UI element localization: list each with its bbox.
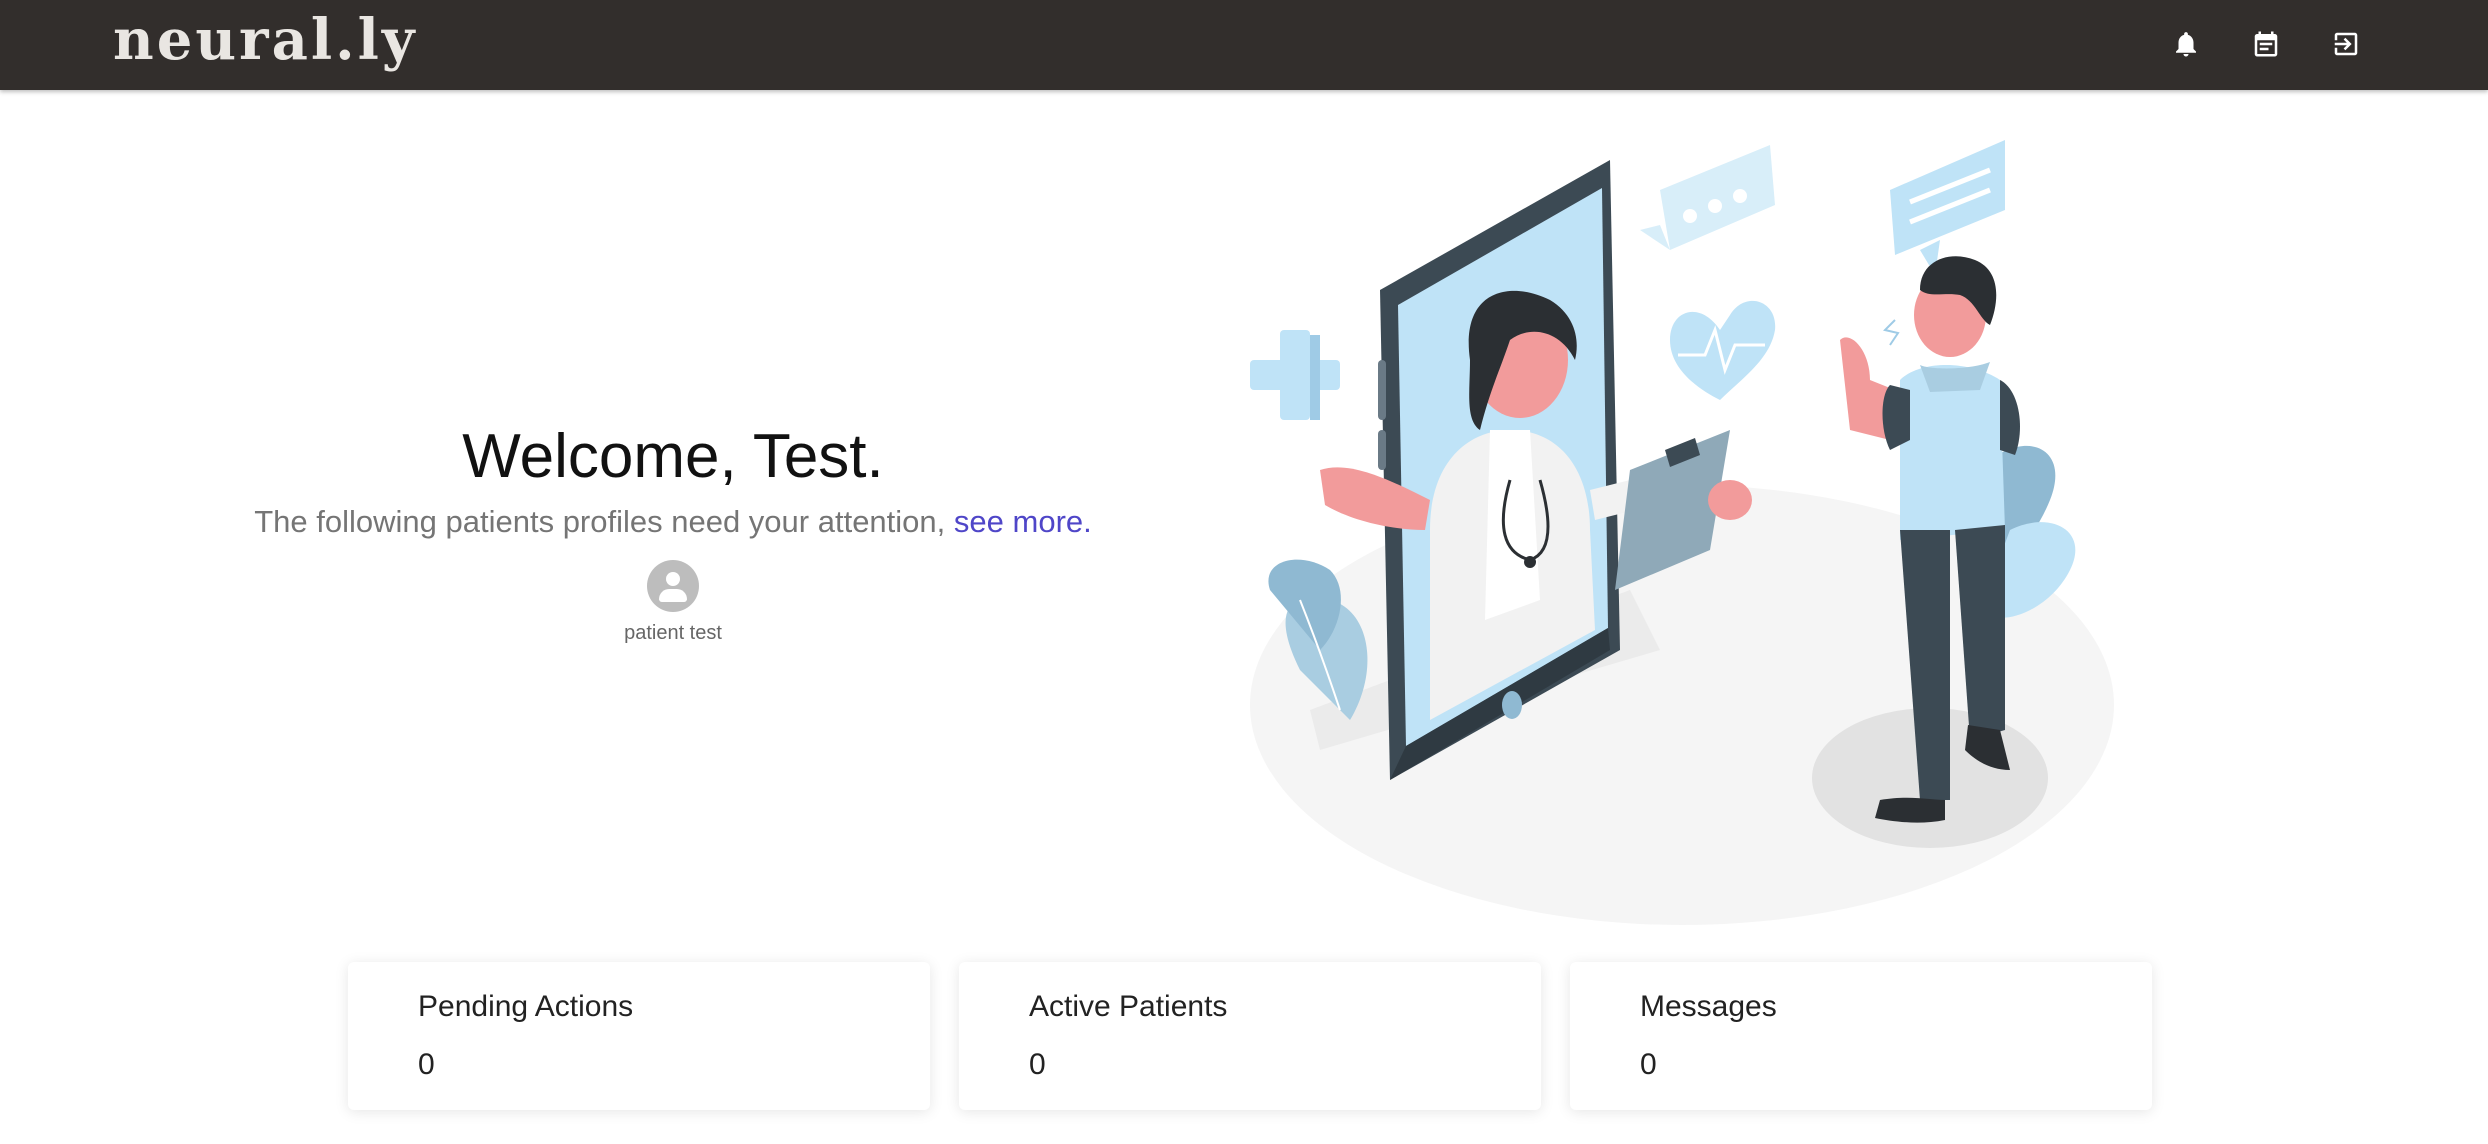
messages-value: 0 xyxy=(1640,1048,1657,1081)
attention-text: The following patients profiles need you… xyxy=(254,504,946,539)
messages-title: Messages xyxy=(1640,990,1777,1023)
active-patients-title: Active Patients xyxy=(1029,990,1228,1023)
person-icon xyxy=(647,560,699,612)
bell-icon[interactable] xyxy=(2166,24,2206,64)
patient-item[interactable]: patient test xyxy=(600,560,746,645)
patient-name: patient test xyxy=(624,622,722,644)
brand-logo[interactable]: neural.ly xyxy=(113,8,417,72)
telemedicine-illustration xyxy=(1250,140,2114,925)
pending-actions-card[interactable]: Pending Actions 0 xyxy=(348,962,930,1110)
attention-message: The following patients profiles need you… xyxy=(173,500,1173,544)
see-more-link[interactable]: see more. xyxy=(954,504,1092,539)
welcome-title: Welcome, Test. xyxy=(462,422,884,491)
active-patients-value: 0 xyxy=(1029,1048,1046,1081)
pending-actions-value: 0 xyxy=(418,1048,435,1081)
calendar-icon[interactable] xyxy=(2246,24,2286,64)
logout-icon[interactable] xyxy=(2326,24,2366,64)
active-patients-card[interactable]: Active Patients 0 xyxy=(959,962,1541,1110)
messages-card[interactable]: Messages 0 xyxy=(1570,962,2152,1110)
top-navbar: neural.ly xyxy=(0,0,2488,90)
pending-actions-title: Pending Actions xyxy=(418,990,634,1023)
